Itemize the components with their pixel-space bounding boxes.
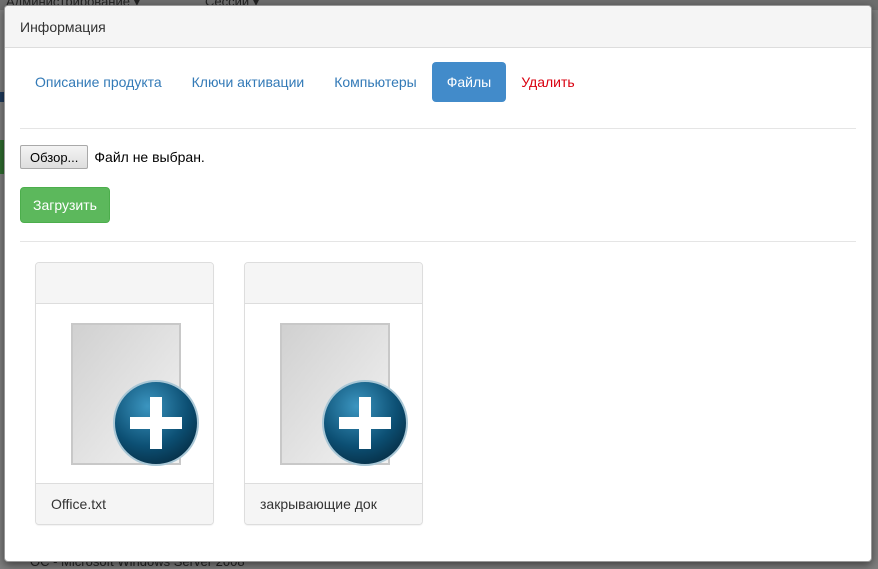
upload-button[interactable]: Загрузить bbox=[20, 187, 110, 223]
tab-list: Описание продукта Ключи активации Компью… bbox=[20, 62, 590, 102]
tab-computers[interactable]: Компьютеры bbox=[319, 62, 432, 102]
divider bbox=[20, 241, 856, 242]
modal-title: Информация bbox=[20, 18, 106, 35]
file-name[interactable]: Office.txt bbox=[36, 483, 213, 524]
file-name[interactable]: закрывающие док bbox=[245, 483, 422, 524]
tab-delete[interactable]: Удалить bbox=[506, 62, 589, 102]
file-card-body bbox=[245, 304, 422, 484]
tab-files[interactable]: Файлы bbox=[431, 62, 507, 102]
file-status-text: Файл не выбран. bbox=[94, 149, 205, 165]
tab-product-description[interactable]: Описание продукта bbox=[20, 62, 177, 102]
file-card[interactable]: Office.txt bbox=[35, 262, 214, 525]
file-add-icon bbox=[71, 323, 199, 466]
file-card-header bbox=[245, 263, 422, 304]
file-card-header bbox=[36, 263, 213, 304]
file-upload-row: Обзор... Файл не выбран. bbox=[20, 145, 205, 169]
tab-activation-keys[interactable]: Ключи активации bbox=[177, 62, 320, 102]
file-add-icon bbox=[280, 323, 408, 466]
info-modal: Информация Описание продукта Ключи актив… bbox=[4, 5, 872, 562]
file-card[interactable]: закрывающие док bbox=[244, 262, 423, 525]
tab-bar: Описание продукта Ключи активации Компью… bbox=[20, 62, 856, 129]
modal-header: Информация bbox=[5, 6, 871, 48]
browse-button[interactable]: Обзор... bbox=[20, 145, 89, 169]
file-card-body bbox=[36, 304, 213, 484]
